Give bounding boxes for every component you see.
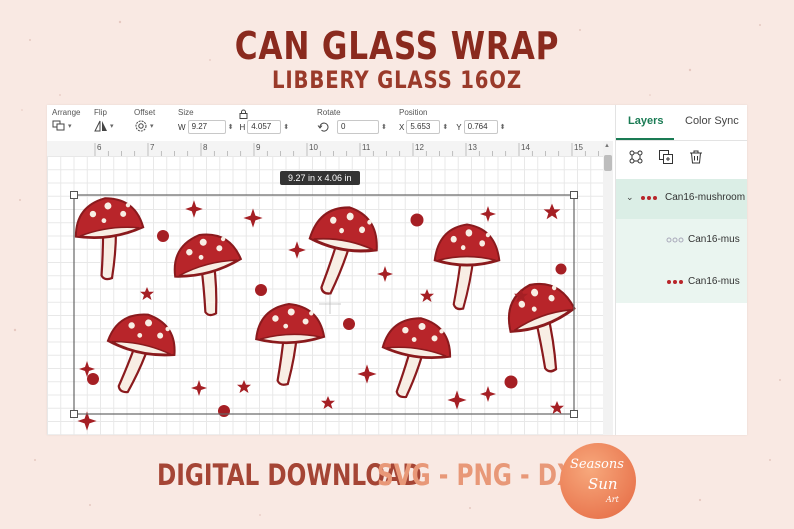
x-prefix: X [399, 122, 405, 132]
size-tooltip: 9.27 in x 4.06 in [280, 171, 360, 185]
layer-actions [628, 149, 704, 165]
mushroom-4 [433, 223, 501, 311]
duplicate-icon[interactable] [658, 149, 674, 165]
ruler-tick-label: 14 [521, 143, 530, 152]
width-stepper[interactable]: ⬍ [228, 123, 234, 131]
layer-thumbnail-icon [641, 196, 657, 200]
vertical-scrollbar[interactable]: ▲ [603, 141, 613, 435]
mushroom-5 [97, 306, 183, 402]
center-crosshair [319, 294, 341, 314]
rotate-input[interactable]: 0 [337, 120, 379, 134]
ruler-tick-label: 9 [256, 143, 261, 152]
arrange-control[interactable]: Arrange ▾ [52, 108, 80, 132]
logo-line-2: Sun [588, 475, 618, 493]
group-icon[interactable] [628, 149, 644, 165]
ruler-tick-label: 6 [97, 143, 102, 152]
layer-label: Can16-mus [688, 276, 740, 287]
offset-control[interactable]: Offset ▾ [134, 108, 155, 132]
mushroom-6 [253, 301, 327, 387]
trash-icon[interactable] [688, 149, 704, 165]
offset-label: Offset [134, 108, 156, 117]
rotate-icon [317, 122, 329, 132]
layer-row[interactable]: Can16-mus [616, 261, 747, 303]
file-formats-text: SVG - PNG - DXF [377, 458, 591, 492]
scroll-thumb[interactable] [604, 155, 612, 171]
edit-toolbar: Arrange ▾ Flip ▾ Offset ▾ Size W 9.27 ⬍ … [47, 105, 613, 142]
ruler-tick-label: 10 [309, 143, 318, 152]
page-title: CAN GLASS WRAP [234, 24, 560, 68]
width-prefix: W [178, 122, 186, 132]
tab-layers[interactable]: Layers [628, 115, 663, 127]
resize-handle-top-left[interactable] [70, 191, 78, 199]
width-input[interactable]: 9.27 [187, 120, 226, 134]
x-position-input[interactable]: 5.653 [406, 120, 441, 134]
size-label: Size [178, 108, 194, 117]
mushroom-artwork[interactable] [47, 156, 603, 435]
layer-thumbnail-icon [667, 280, 683, 284]
logo-line-3: Art [606, 495, 619, 504]
chevron-down-icon[interactable]: ⌄ [626, 192, 634, 203]
design-space-window: Arrange ▾ Flip ▾ Offset ▾ Size W 9.27 ⬍ … [47, 105, 747, 435]
y-position-input[interactable]: 0.764 [463, 120, 498, 134]
size-control: Size W 9.27 ⬍ H 4.057 ⬍ [178, 108, 289, 134]
ruler-tick-label: 15 [574, 143, 583, 152]
scroll-up-icon[interactable]: ▲ [604, 143, 610, 149]
flip-control[interactable]: Flip ▾ [94, 108, 114, 132]
lock-icon[interactable] [239, 109, 248, 119]
ruler-tick-label: 13 [468, 143, 477, 152]
y-prefix: Y [456, 122, 462, 132]
x-stepper[interactable]: ⬍ [442, 123, 448, 131]
mushroom-3 [299, 200, 385, 302]
rotate-control: Rotate 0 ⬍ [317, 108, 387, 134]
flip-icon [94, 120, 107, 132]
layer-thumbnail-icon [666, 237, 684, 243]
chevron-down-icon: ▾ [68, 123, 72, 130]
ruler-ticks: 6 7 8 9 10 11 12 13 14 15 [94, 143, 599, 156]
arrange-label: Arrange [52, 108, 81, 117]
layer-group-label: Can16-mushroom [665, 192, 746, 203]
logo-line-1: Seasons [570, 457, 624, 472]
layer-group-row[interactable]: ⌄ Can16-mushroom [616, 179, 747, 219]
position-control: Position X 5.653 ⬍ Y 0.764 ⬍ [399, 108, 505, 134]
ruler-tick-label: 7 [150, 143, 155, 152]
height-stepper[interactable]: ⬍ [283, 123, 289, 131]
resize-handle-bottom-right[interactable] [570, 410, 578, 418]
position-label: Position [399, 108, 428, 117]
mushroom-1 [70, 192, 151, 284]
offset-icon [135, 120, 147, 132]
resize-handle-top-right[interactable] [570, 191, 578, 199]
height-prefix: H [239, 122, 246, 132]
ruler-tick-label: 11 [362, 143, 371, 152]
height-input[interactable]: 4.057 [247, 120, 282, 134]
tab-color-sync[interactable]: Color Sync [685, 115, 739, 127]
horizontal-ruler: 6 7 8 9 10 11 12 13 14 15 [47, 141, 603, 157]
mushroom-7 [375, 312, 456, 404]
ruler-tick-label: 8 [203, 143, 208, 152]
flip-label: Flip [94, 108, 107, 117]
layer-row[interactable]: Can16-mus [616, 219, 747, 261]
arrange-icon [52, 120, 65, 131]
rotate-label: Rotate [317, 108, 341, 117]
design-canvas[interactable]: 9.27 in x 4.06 in [47, 156, 603, 435]
chevron-down-icon: ▾ [150, 123, 154, 130]
brand-logo: Seasons Sun Art [560, 443, 636, 519]
chevron-down-icon: ▾ [110, 123, 114, 130]
y-stepper[interactable]: ⬍ [500, 123, 506, 131]
mushroom-2 [165, 225, 255, 323]
tabs-divider [616, 140, 747, 141]
layer-label: Can16-mus [688, 234, 740, 245]
rotate-stepper[interactable]: ⬍ [381, 123, 387, 131]
page-subtitle: LIBBERY GLASS 16OZ [272, 66, 522, 94]
mushroom-8 [496, 272, 594, 382]
layers-panel: Layers Color Sync ⌄ Can16-mushroom Can16… [615, 105, 747, 435]
resize-handle-bottom-left[interactable] [70, 410, 78, 418]
ruler-tick-label: 12 [415, 143, 424, 152]
